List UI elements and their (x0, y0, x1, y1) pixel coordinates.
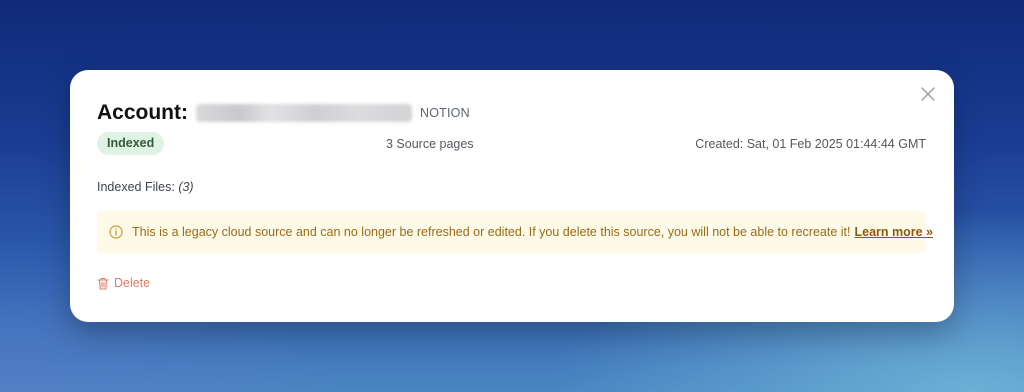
learn-more-link[interactable]: Learn more » (854, 225, 933, 239)
provider-label: NOTION (420, 106, 470, 120)
legacy-source-notice: This is a legacy cloud source and can no… (97, 211, 933, 253)
source-pages-count: 3 Source pages (386, 137, 474, 151)
close-icon (921, 87, 935, 101)
indexed-files: Indexed Files: (3) (97, 180, 194, 194)
source-details-modal: Account: NOTION Indexed 3 Source pages C… (70, 70, 954, 322)
notice-message: This is a legacy cloud source and can no… (132, 225, 851, 239)
info-icon (109, 225, 123, 239)
close-button[interactable] (920, 86, 936, 102)
indexed-files-count: (3) (178, 180, 194, 194)
delete-label: Delete (114, 276, 151, 290)
notice-text: This is a legacy cloud source and can no… (132, 225, 933, 239)
modal-header: Account: NOTION (97, 100, 470, 126)
trash-icon (97, 277, 109, 290)
delete-button[interactable]: Delete (97, 276, 150, 290)
account-name-redacted (196, 104, 412, 122)
indexed-files-label: Indexed Files: (97, 180, 175, 194)
meta-row: Indexed 3 Source pages Created: Sat, 01 … (97, 132, 926, 156)
status-badge: Indexed (97, 132, 165, 155)
created-timestamp: Created: Sat, 01 Feb 2025 01:44:44 GMT (695, 137, 926, 151)
account-title-label: Account: (97, 101, 188, 124)
